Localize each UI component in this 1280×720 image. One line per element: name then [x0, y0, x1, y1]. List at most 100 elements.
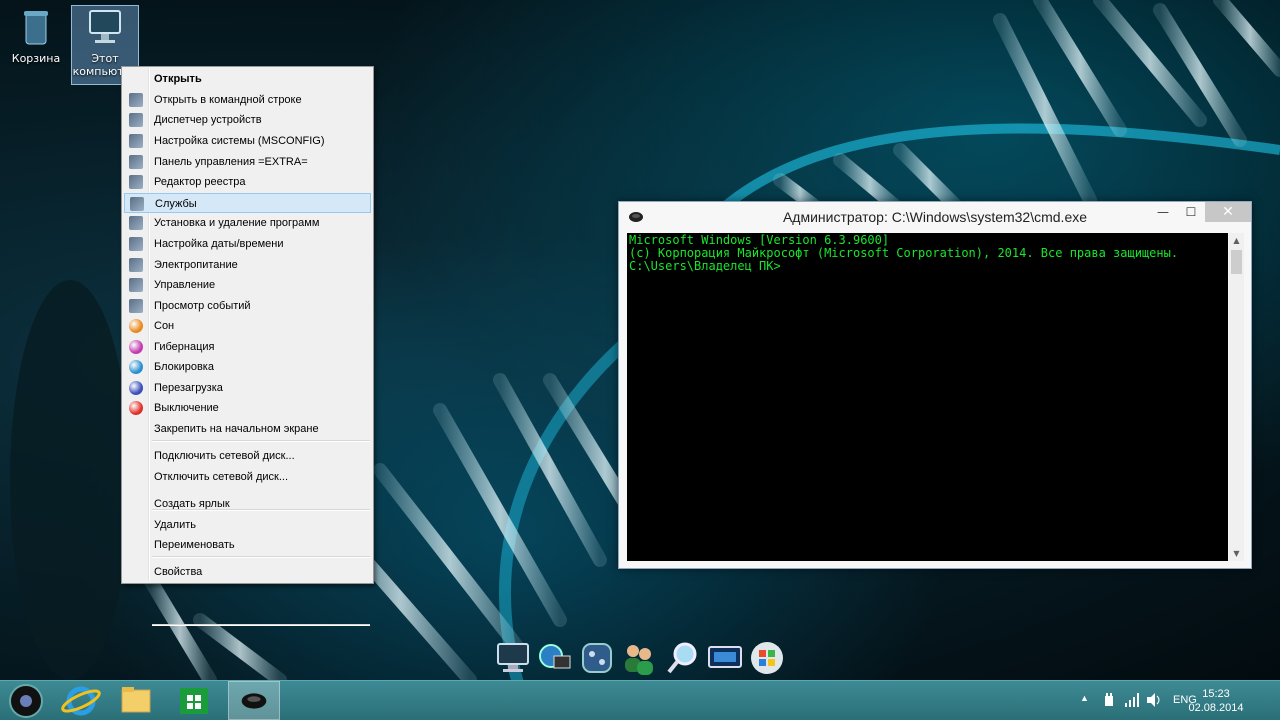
users-icon[interactable]	[620, 638, 658, 678]
datetime-icon	[129, 237, 143, 251]
clock-time: 15:23	[1202, 688, 1230, 700]
menu-item-label: Редактор реестра	[154, 176, 246, 188]
menu-item-label: Настройка даты/времени	[154, 238, 284, 250]
menu-item[interactable]: Отключить сетевой диск...	[124, 467, 371, 487]
menu-item-label: Открыть	[154, 73, 202, 85]
menu-separator	[152, 509, 370, 511]
menu-item[interactable]: Настройка системы (MSCONFIG)	[124, 131, 371, 151]
menu-item[interactable]: Просмотр событий	[124, 296, 371, 316]
console-prompt: C:\Users\Владелец ПК>	[629, 259, 781, 273]
console-output[interactable]: Microsoft Windows [Version 6.3.9600] (c) …	[627, 233, 1228, 561]
menu-item[interactable]: Редактор реестра	[124, 172, 371, 192]
display-icon[interactable]	[706, 638, 744, 678]
control-panel-icon	[129, 155, 143, 169]
desktop-icon-recycle-bin[interactable]: Корзина	[3, 6, 69, 65]
menu-separator	[152, 624, 370, 626]
menu-item-label: Подключить сетевой диск...	[154, 450, 295, 462]
clock-date: 02.08.2014	[1188, 702, 1244, 714]
sleep-icon	[129, 319, 143, 333]
menu-item[interactable]: Свойства	[124, 562, 371, 582]
internet-explorer-icon[interactable]	[55, 681, 107, 720]
menu-item-label: Удалить	[154, 519, 196, 531]
signal-icon[interactable]	[1125, 693, 1139, 707]
menu-item-label: Перезагрузка	[154, 382, 223, 394]
menu-separator	[152, 556, 370, 558]
control-panel-icon[interactable]	[578, 638, 616, 678]
system-tray: ▲ ENG	[1075, 681, 1280, 720]
menu-item-label: Отключить сетевой диск...	[154, 471, 289, 483]
menu-item-label: Блокировка	[154, 361, 214, 373]
device-manager-icon	[129, 113, 143, 127]
menu-item-label: Электропитание	[154, 259, 238, 271]
menu-item-label: Панель управления =EXTRA=	[154, 156, 308, 168]
clock[interactable]: 15:23 02.08.2014	[1186, 687, 1246, 715]
hibernate-icon	[129, 340, 143, 354]
menu-item[interactable]: Настройка даты/времени	[124, 234, 371, 254]
cmd-window[interactable]: Администратор: C:\Windows\system32\cmd.e…	[618, 201, 1252, 569]
menu-item[interactable]: Открыть	[124, 69, 371, 89]
file-explorer-icon[interactable]	[110, 681, 162, 720]
menu-item-label: Управление	[154, 279, 216, 291]
menu-item[interactable]: Сон	[124, 316, 371, 336]
volume-icon[interactable]	[1147, 693, 1161, 707]
menu-item[interactable]: Электропитание	[124, 255, 371, 275]
lock-icon	[129, 360, 143, 374]
menu-item[interactable]: Выключение	[124, 398, 371, 418]
menu-item[interactable]: Подключить сетевой диск...	[124, 446, 371, 466]
menu-item-label: Установка и удаление программ	[154, 217, 320, 229]
menu-item[interactable]: Панель управления =EXTRA=	[124, 152, 371, 172]
context-menu: Открыть Открыть в командной строке Диспетч…	[121, 66, 374, 626]
menu-item-label: Свойства	[154, 566, 203, 578]
menu-item-label: Закрепить на начальном экране	[154, 423, 319, 435]
menu-item[interactable]: Гибернация	[124, 337, 371, 357]
console-icon[interactable]	[228, 681, 280, 720]
show-hidden-icons-icon[interactable]: ▲	[1080, 693, 1089, 703]
shutdown-icon	[129, 401, 143, 415]
menu-item[interactable]: Переименовать	[124, 535, 371, 555]
scroll-down-arrow-icon[interactable]: ▼	[1229, 546, 1244, 561]
menu-separator	[152, 440, 370, 442]
management-icon	[129, 278, 143, 292]
windows-icon[interactable]	[748, 638, 786, 678]
menu-item-label: Выключение	[154, 402, 219, 414]
menu-item-label: Гибернация	[154, 341, 215, 353]
search-icon[interactable]	[664, 638, 702, 678]
menu-item[interactable]: Закрепить на начальном экране	[124, 419, 371, 439]
minimize-button[interactable]: —	[1149, 202, 1177, 222]
vertical-scrollbar[interactable]: ▲ ▼	[1229, 233, 1244, 561]
start-icon[interactable]	[0, 681, 52, 720]
menu-item-label: Открыть в командной строке	[154, 94, 302, 106]
network-icon[interactable]	[536, 638, 574, 678]
menu-item[interactable]: Открыть в командной строке	[124, 90, 371, 110]
services-icon	[130, 197, 144, 211]
scroll-thumb[interactable]	[1231, 250, 1242, 274]
registry-icon	[129, 175, 143, 189]
power-options-icon	[129, 258, 143, 272]
menu-item[interactable]: Блокировка	[124, 357, 371, 377]
scroll-up-arrow-icon[interactable]: ▲	[1229, 233, 1244, 248]
menu-item[interactable]: Службы	[124, 193, 371, 213]
console-icon	[129, 93, 143, 107]
maximize-button[interactable]: ☐	[1177, 202, 1205, 222]
menu-item-label: Настройка системы (MSCONFIG)	[154, 135, 325, 147]
power-plug-icon[interactable]	[1102, 693, 1116, 709]
menu-item[interactable]: Перезагрузка	[124, 378, 371, 398]
menu-item[interactable]: Диспетчер устройств	[124, 110, 371, 130]
menu-item[interactable]: Удалить	[124, 515, 371, 535]
menu-item-label: Переименовать	[154, 539, 235, 551]
store-icon[interactable]	[168, 681, 220, 720]
taskbar: ▲ ENG 15:23 02.08.2014	[0, 680, 1280, 720]
menu-item[interactable]: Создать ярлык	[124, 494, 371, 514]
menu-item-label: Диспетчер устройств	[154, 114, 262, 126]
menu-item-label: Сон	[154, 320, 175, 332]
menu-item-label: Службы	[155, 198, 197, 210]
recycle-bin-icon	[24, 11, 48, 45]
menu-item[interactable]: Установка и удаление программ	[124, 213, 371, 233]
close-button[interactable]: ✕	[1205, 202, 1251, 222]
title-bar[interactable]: Администратор: C:\Windows\system32\cmd.e…	[619, 202, 1251, 232]
menu-item[interactable]: Управление	[124, 275, 371, 295]
menu-item-label: Просмотр событий	[154, 300, 251, 312]
msconfig-icon	[129, 134, 143, 148]
computer-icon	[89, 10, 121, 43]
monitor-icon[interactable]	[494, 638, 532, 678]
